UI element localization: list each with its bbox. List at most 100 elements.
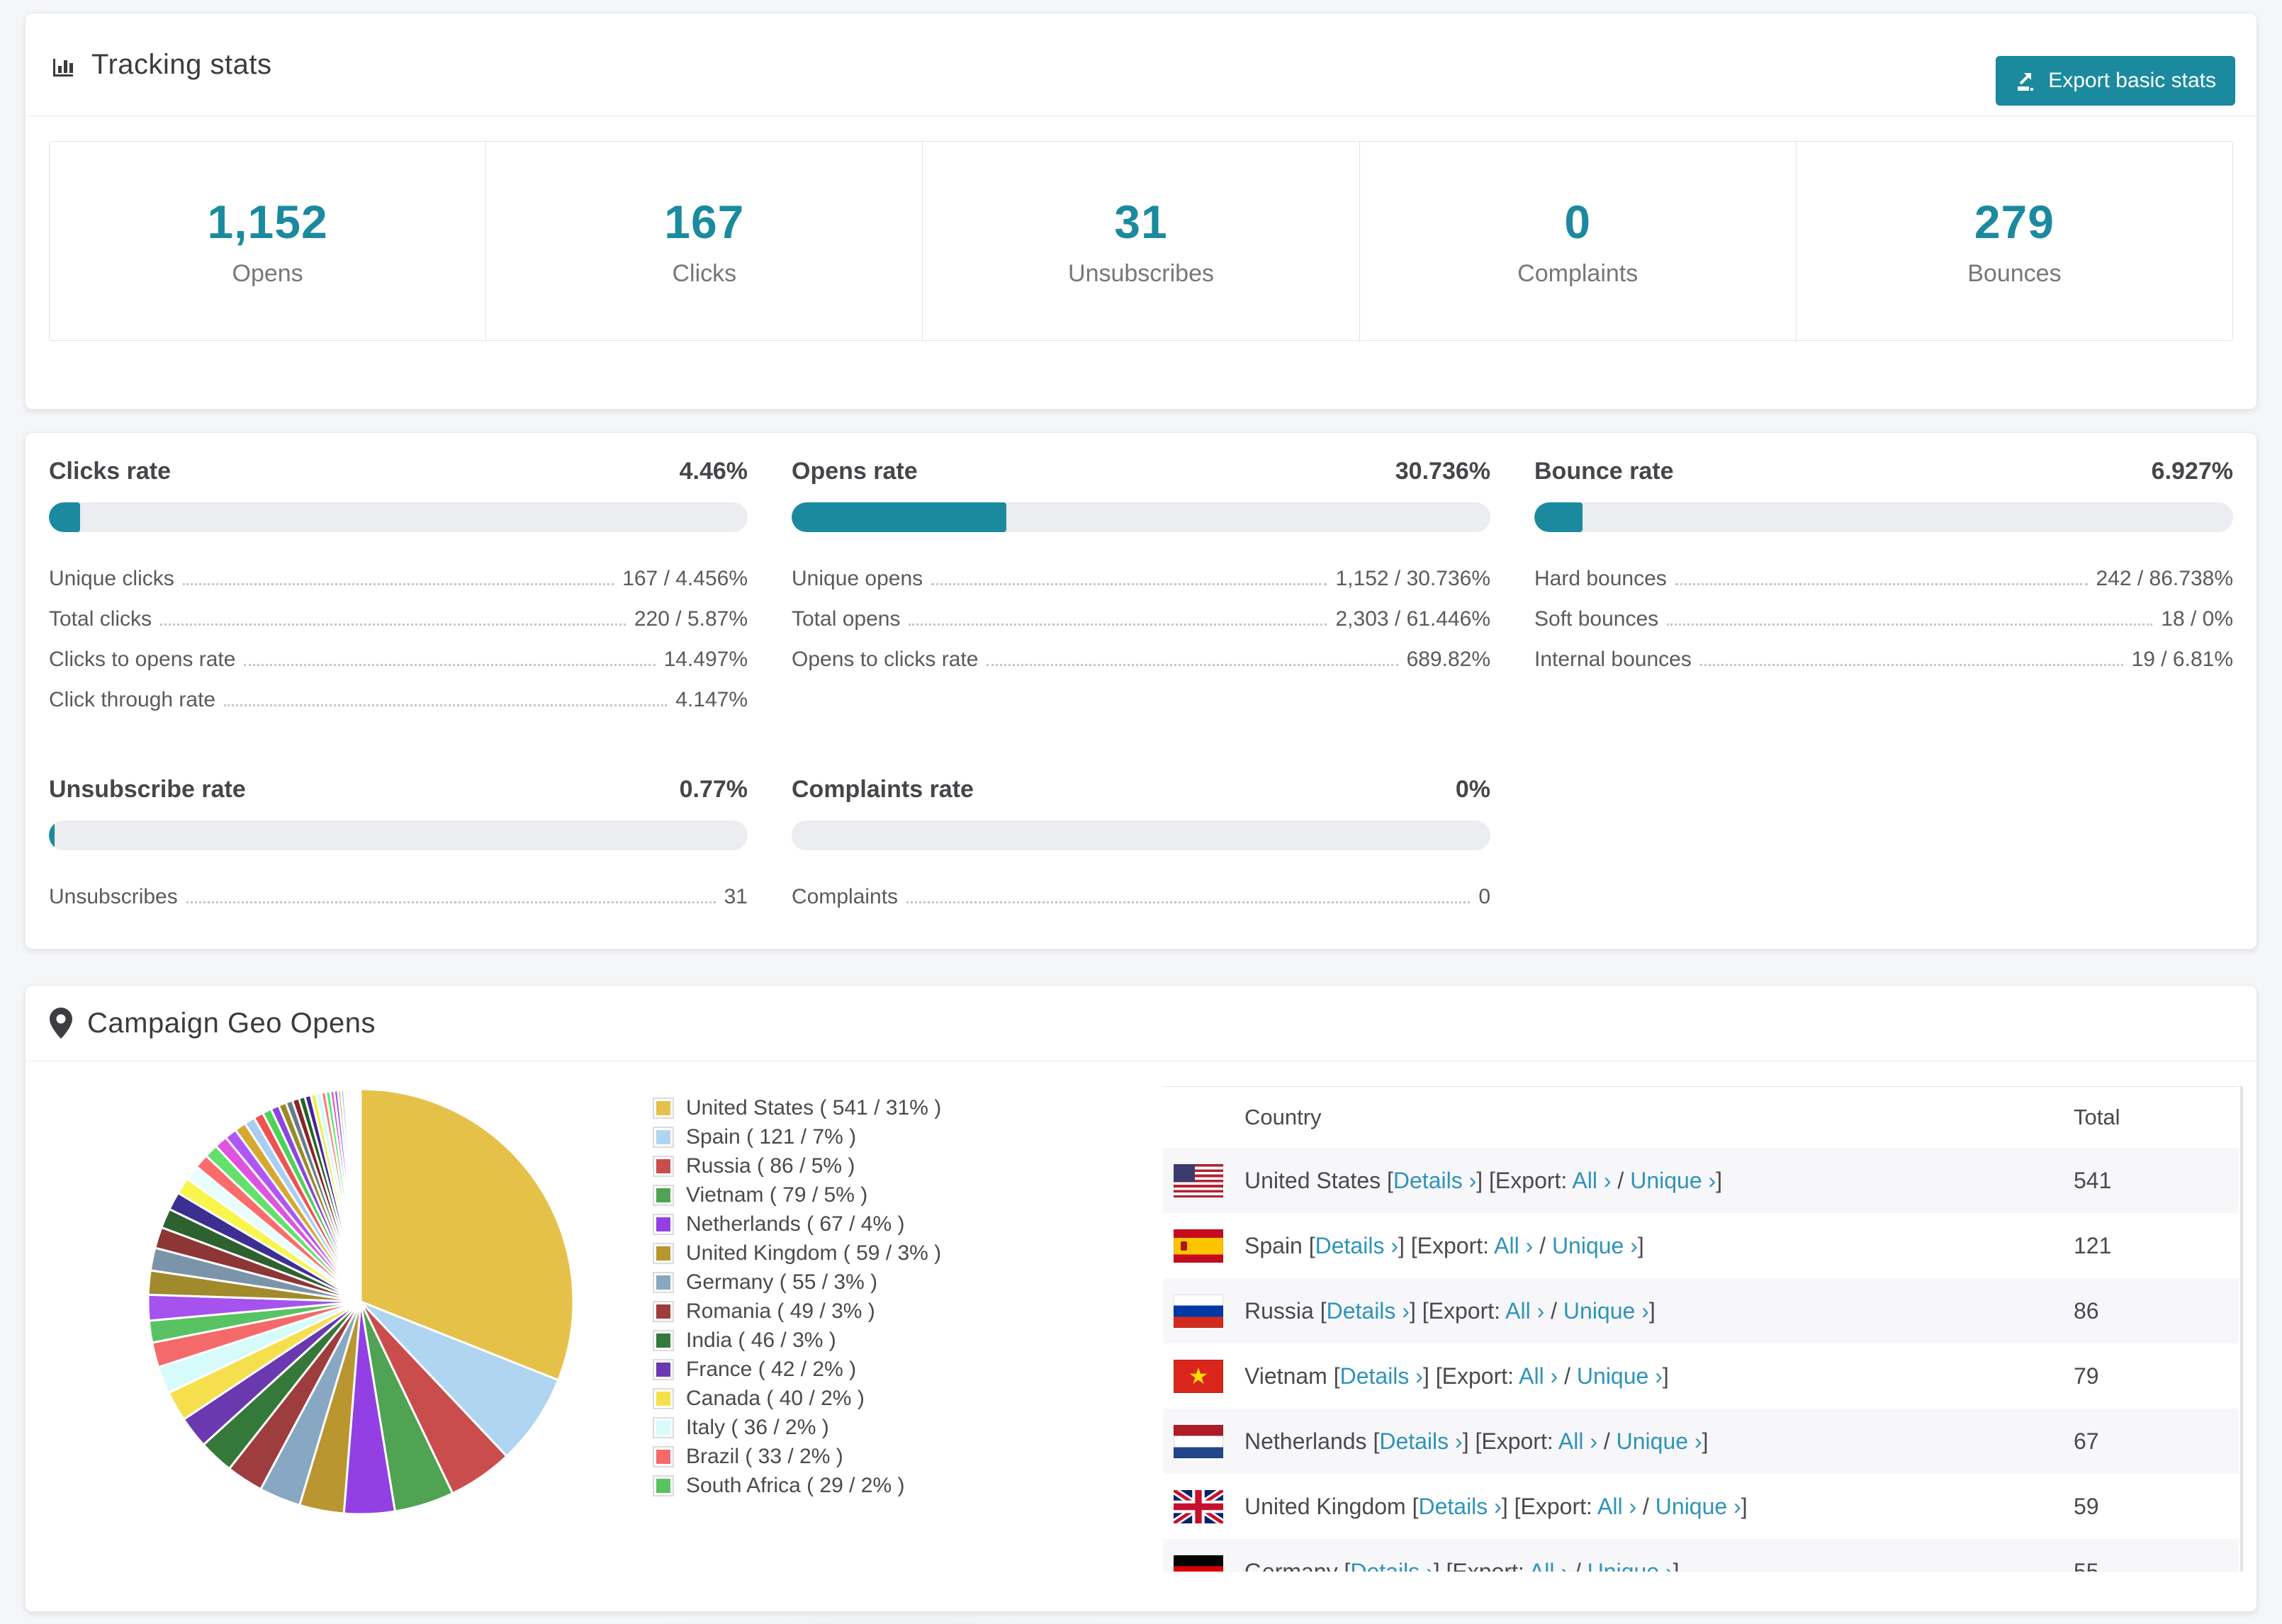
rate-row-value: 1,152 / 30.736% [1335, 567, 1490, 590]
rate-row: Unique opens 1,152 / 30.736% [792, 551, 1490, 591]
export-unique-link[interactable]: Unique › [1577, 1363, 1663, 1389]
rate-row: Click through rate 4.147% [49, 672, 748, 712]
export-all-link[interactable]: All › [1505, 1298, 1544, 1324]
legend-swatch [653, 1155, 674, 1177]
country-name: Netherlands [1244, 1428, 1367, 1454]
table-row-united-states: United States [Details ›] [Export: All ›… [1163, 1148, 2239, 1213]
legend-item-united-states: United States ( 541 / 31% ) [653, 1093, 941, 1122]
unsubscribe-rate-progressbar [49, 821, 748, 850]
export-all-link[interactable]: All › [1597, 1494, 1636, 1519]
rate-row-value: 242 / 86.738% [2096, 567, 2234, 590]
rate-row-label: Complaints [792, 885, 899, 908]
country-name: Vietnam [1244, 1363, 1327, 1389]
bounce-rate-percent: 6.927% [2151, 458, 2233, 485]
legend-label: Vietnam ( 79 / 5% ) [686, 1183, 868, 1207]
clicks-label: Clicks [672, 259, 737, 287]
export-icon [2015, 69, 2038, 92]
legend-swatch [653, 1184, 674, 1206]
summary-bounces: 279 Bounces [1797, 142, 2232, 340]
export-unique-link[interactable]: Unique › [1656, 1494, 1741, 1519]
total-value: 55 [2074, 1558, 2099, 1572]
legend-item-italy: Italy ( 36 / 2% ) [653, 1413, 941, 1442]
flag-vietnam-icon: ★ [1174, 1359, 1223, 1393]
legend-swatch [653, 1416, 674, 1438]
rate-row: Soft bounces 18 / 0% [1534, 591, 2233, 631]
legend-label: Germany ( 55 / 3% ) [686, 1270, 878, 1294]
details-link[interactable]: Details › [1418, 1494, 1501, 1519]
summary-row: 1,152 Opens 167 Clicks 31 Unsubscribes 0… [49, 141, 2233, 341]
export-unique-link[interactable]: Unique › [1552, 1233, 1638, 1258]
rate-row-label: Unique opens [792, 567, 923, 590]
rate-row: Total opens 2,303 / 61.446% [792, 591, 1490, 631]
export-basic-stats-button[interactable]: Export basic stats [1996, 56, 2235, 106]
export-all-link[interactable]: All › [1529, 1559, 1568, 1572]
rate-row-label: Internal bounces [1534, 648, 1692, 671]
rate-row: Opens to clicks rate 689.82% [792, 631, 1490, 672]
legend-item-india: India ( 46 / 3% ) [653, 1326, 941, 1355]
clicks-count: 167 [664, 195, 745, 248]
rate-row-label: Unique clicks [49, 567, 174, 590]
pie-slice-other[interactable] [359, 1088, 362, 1303]
clicks-rate-progressbar [49, 502, 748, 532]
legend-item-germany: Germany ( 55 / 3% ) [653, 1268, 941, 1297]
legend-label: Spain ( 121 / 7% ) [686, 1124, 857, 1149]
flag-united-kingdom-icon [1174, 1489, 1223, 1523]
export-button-label: Export basic stats [2048, 69, 2216, 92]
total-value: 79 [2074, 1363, 2099, 1389]
rate-row-value: 4.147% [675, 688, 748, 711]
bounce-rate-title: Bounce rate [1534, 458, 1674, 485]
dotted-leader [931, 583, 1327, 585]
details-link[interactable]: Details › [1340, 1363, 1423, 1389]
flag-netherlands-icon [1174, 1424, 1223, 1458]
campaign-geo-opens-card: Campaign Geo Opens United States ( 541 /… [25, 985, 2257, 1612]
export-unique-link[interactable]: Unique › [1563, 1298, 1649, 1324]
legend-label: Canada ( 40 / 2% ) [686, 1386, 865, 1410]
rate-row-value: 31 [724, 885, 748, 908]
legend-swatch [653, 1387, 674, 1409]
flag-russia-icon [1174, 1294, 1223, 1328]
dotted-leader [244, 664, 656, 666]
complaints-count: 0 [1564, 195, 1592, 248]
legend-label: United States ( 541 / 31% ) [686, 1095, 942, 1120]
legend-label: Italy ( 36 / 2% ) [686, 1415, 829, 1439]
export-all-link[interactable]: All › [1572, 1168, 1611, 1193]
country-name: United States [1244, 1167, 1381, 1193]
dotted-leader [182, 583, 614, 585]
opens-rate-progressbar [792, 502, 1490, 532]
rate-row: Clicks to opens rate 14.497% [49, 631, 748, 672]
legend-item-canada: Canada ( 40 / 2% ) [653, 1384, 941, 1413]
opens-rate-percent: 30.736% [1395, 458, 1490, 485]
rate-row-value: 167 / 4.456% [622, 567, 748, 590]
export-unique-link[interactable]: Unique › [1587, 1559, 1673, 1572]
details-link[interactable]: Details › [1315, 1233, 1398, 1258]
rate-row-value: 2,303 / 61.446% [1335, 607, 1490, 631]
legend-item-vietnam: Vietnam ( 79 / 5% ) [653, 1180, 941, 1209]
legend-label: France ( 42 / 2% ) [686, 1357, 857, 1381]
details-link[interactable]: Details › [1379, 1428, 1462, 1454]
export-all-link[interactable]: All › [1519, 1363, 1558, 1389]
export-unique-link[interactable]: Unique › [1617, 1428, 1702, 1454]
bounce-rate-progressbar [1534, 502, 2233, 532]
summary-clicks: 167 Clicks [486, 142, 923, 340]
geo-header: Campaign Geo Opens [26, 986, 2256, 1061]
legend-label: Russia ( 86 / 5% ) [686, 1154, 855, 1178]
dotted-leader [1675, 583, 2088, 585]
rate-row-label: Clicks to opens rate [49, 648, 236, 671]
legend-item-france: France ( 42 / 2% ) [653, 1355, 941, 1384]
details-link[interactable]: Details › [1327, 1298, 1410, 1324]
country-name: United Kingdom [1244, 1493, 1406, 1519]
geo-opens-pie-chart[interactable] [141, 1082, 580, 1521]
export-all-link[interactable]: All › [1494, 1233, 1533, 1258]
export-all-link[interactable]: All › [1558, 1428, 1597, 1454]
rate-row-label: Hard bounces [1534, 567, 1667, 590]
legend-item-spain: Spain ( 121 / 7% ) [653, 1122, 941, 1151]
export-unique-link[interactable]: Unique › [1630, 1168, 1716, 1193]
details-link[interactable]: Details › [1393, 1168, 1476, 1193]
table-scrollbar[interactable] [2240, 1086, 2243, 1572]
total-column-header: Total [2074, 1105, 2120, 1129]
legend-item-netherlands: Netherlands ( 67 / 4% ) [653, 1209, 941, 1239]
rate-row: Internal bounces 19 / 6.81% [1534, 631, 2233, 672]
country-name: Spain [1244, 1232, 1303, 1258]
legend-item-romania: Romania ( 49 / 3% ) [653, 1297, 941, 1326]
details-link[interactable]: Details › [1350, 1559, 1433, 1572]
